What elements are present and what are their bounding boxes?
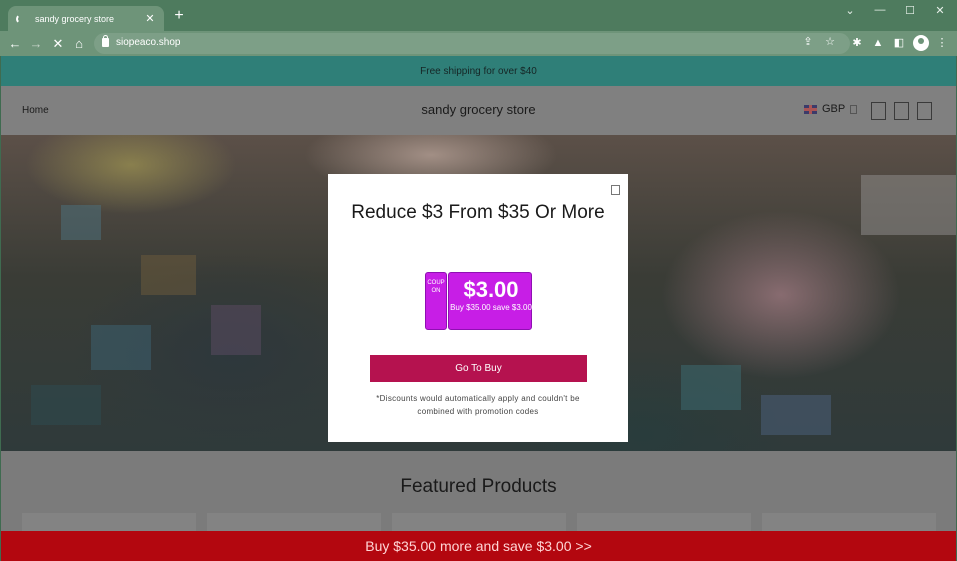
coupon-amount: $3.00 <box>463 277 519 302</box>
close-window-button[interactable]: ✕ <box>930 4 950 17</box>
menu-kebab-icon[interactable]: ⋮ <box>933 34 951 52</box>
address-bar[interactable]: siopeaco.shop ⇪ ☆ <box>94 33 850 54</box>
labs-flask-icon[interactable]: ▲ <box>869 34 887 52</box>
dropdown-icon <box>850 104 858 114</box>
extensions-icon[interactable]: ✱ <box>848 34 866 52</box>
browser-tab[interactable]: sandy grocery store ✕ <box>8 6 164 31</box>
coupon-description: Buy $35.00 save $3.00 <box>450 303 532 312</box>
maximize-button[interactable]: ☐ <box>900 4 920 17</box>
go-to-buy-button[interactable]: Go To Buy <box>370 355 587 382</box>
featured-products-title: Featured Products <box>400 476 557 497</box>
currency-code: GBP <box>822 103 846 115</box>
share-icon[interactable]: ⇪ <box>800 35 816 48</box>
lock-icon <box>102 35 109 47</box>
side-panel-icon[interactable]: ◧ <box>890 34 908 52</box>
browser-titlebar: sandy grocery store ✕ + ⌄ — ☐ ✕ <box>0 0 957 31</box>
forward-icon[interactable]: → <box>26 34 46 54</box>
loading-spinner-icon <box>16 13 26 24</box>
store-header: Home sandy grocery store GBP <box>1 86 956 135</box>
announcement-text: Free shipping for over $40 <box>420 65 537 77</box>
tab-close-icon[interactable]: ✕ <box>144 12 156 25</box>
uk-flag-icon <box>804 104 817 114</box>
promo-bar[interactable]: Buy $35.00 more and save $3.00 >> <box>1 531 956 561</box>
coupon-popup: Reduce $3 From $35 Or More COUPON $3.00 … <box>328 174 628 442</box>
promo-bar-text: Buy $35.00 more and save $3.00 >> <box>365 538 592 554</box>
account-icon[interactable] <box>894 102 909 120</box>
new-tab-button[interactable]: + <box>170 7 188 25</box>
browser-toolbar: ← → ✕ ⌂ siopeaco.shop ⇪ ☆ ✱ ▲ ◧ ⋮ <box>0 31 957 56</box>
bookmark-star-icon[interactable]: ☆ <box>822 35 838 48</box>
stop-loading-icon[interactable]: ✕ <box>48 34 68 54</box>
close-popup-icon[interactable] <box>611 185 620 195</box>
search-icon[interactable] <box>871 102 886 120</box>
discount-disclaimer: *Discounts would automatically apply and… <box>376 394 580 416</box>
home-icon[interactable]: ⌂ <box>69 34 89 54</box>
coupon-side-label: COUPON <box>425 272 447 330</box>
popup-title: Reduce $3 From $35 Or More <box>351 202 605 223</box>
tab-search-icon[interactable]: ⌄ <box>840 4 860 17</box>
profile-avatar-icon[interactable] <box>913 35 929 51</box>
coupon-main: $3.00 Buy $35.00 save $3.00 <box>448 272 532 330</box>
back-icon[interactable]: ← <box>5 34 25 54</box>
tab-title: sandy grocery store <box>35 13 115 24</box>
cart-icon[interactable] <box>917 102 932 120</box>
coupon-ticket: COUPON $3.00 Buy $35.00 save $3.00 <box>425 272 532 330</box>
currency-selector[interactable]: GBP <box>804 103 858 115</box>
url-text: siopeaco.shop <box>116 37 181 48</box>
coupon-side-text: COUPON <box>427 280 445 294</box>
minimize-button[interactable]: — <box>870 4 890 16</box>
announcement-bar: Free shipping for over $40 <box>1 56 956 86</box>
